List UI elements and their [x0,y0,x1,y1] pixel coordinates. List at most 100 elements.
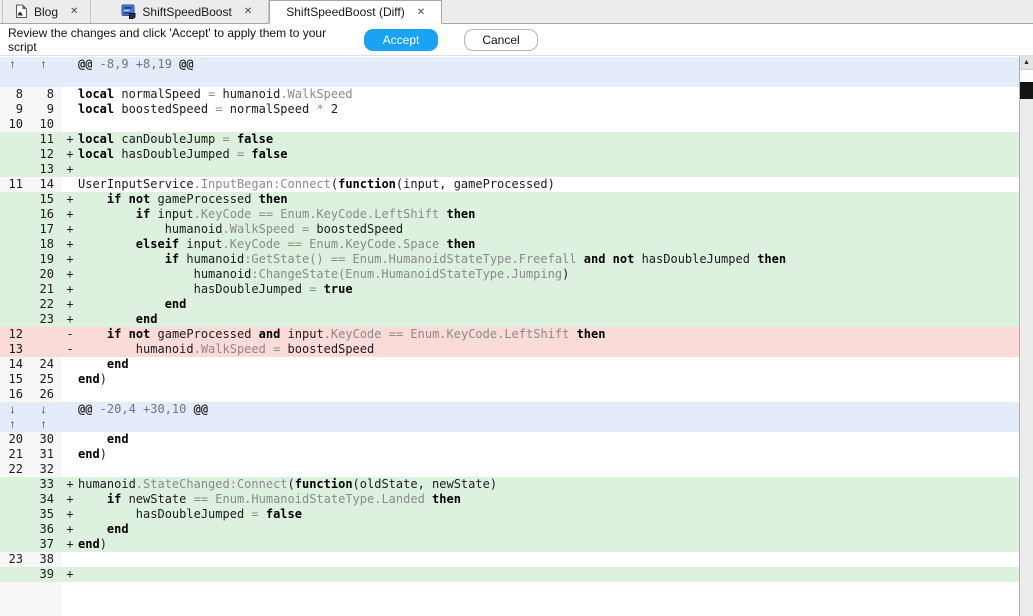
vertical-scrollbar[interactable]: ▲ [1019,56,1033,616]
accept-button[interactable]: Accept [364,28,438,51]
code-token: boostedSpeed [114,102,216,116]
expand-up-icon[interactable]: ↑ [0,57,31,72]
diff-row: 15 25 end) [0,372,1019,387]
code-token: gameProcessed [150,327,259,341]
new-line-number: 13 [39,162,54,176]
close-tab-icon[interactable]: ✕ [70,6,78,17]
expand-up-icon[interactable]: ↑ [31,57,62,72]
code-token: function [338,177,396,191]
diff-row [0,72,1019,87]
old-line-number: 15 [0,372,31,387]
code-token: == Enum.HumanoidStateType.Landed [193,492,433,506]
diff-row: 22 + end [0,297,1019,312]
diff-marker [62,177,78,192]
new-line-number: 20 [39,267,54,281]
diff-marker: + [66,522,74,536]
scrollbar-thumb[interactable] [1020,82,1033,99]
old-line-number [0,507,31,522]
expand-up-icon[interactable]: ↑ [0,417,31,432]
code-token: normalSpeed [229,102,317,116]
old-line-number: 12 [8,327,23,341]
tab-shiftspeedboost[interactable]: ShiftSpeedBoost ✕ [91,0,270,23]
diff-filler-row [0,582,1019,616]
diff-marker: + [66,237,74,251]
diff-marker: + [66,567,74,581]
code-token: ) [562,267,570,281]
code-token: .KeyCode == Enum.KeyCode.LeftShift [323,327,577,341]
diff-marker [62,582,78,616]
code-token: local [78,147,115,161]
expand-up-icon[interactable]: ↑ [31,417,62,432]
new-line-number: 11 [39,132,54,146]
diff-marker: + [66,162,74,176]
diff-marker [62,417,78,432]
code-token: boostedSpeed [287,342,375,356]
diff-marker: + [66,222,74,236]
code-token: hasDoubleJumped [634,252,758,266]
code-token: .WalkSpeed [280,87,353,101]
code-token: = [251,507,266,521]
old-line-number [0,222,31,237]
new-line-number: 22 [39,297,54,311]
code-line: humanoid:ChangeState(Enum.HumanoidStateT… [78,267,1019,282]
expand-down-icon[interactable]: ↓ [0,402,31,417]
old-line-number: 22 [0,462,31,477]
diff-row: 13 + [0,162,1019,177]
code-token: then [446,207,476,221]
tab-blog[interactable]: Blog ✕ [2,0,92,23]
code-token: if [135,207,151,221]
code-line: end [78,312,1019,327]
diff-row: 16 + if input.KeyCode == Enum.KeyCode.Lef… [0,207,1019,222]
cancel-button[interactable]: Cancel [464,28,538,51]
code-token: .WalkSpeed = [193,342,288,356]
diff-marker: + [66,492,74,506]
code-token: end [78,447,100,461]
tab-shiftspeedboost-diff[interactable]: ShiftSpeedBoost (Diff) ✕ [269,0,443,24]
expand-down-icon[interactable]: ↓ [31,402,62,417]
diff-marker: + [66,207,74,221]
code-token: then [757,252,787,266]
code-token: = [208,87,223,101]
close-tab-icon[interactable]: ✕ [417,7,425,18]
diff-marker: + [66,477,74,491]
code-token: @@ [78,402,93,416]
code-token: if [106,492,122,506]
code-token: .KeyCode == Enum.KeyCode.Space [222,237,447,251]
tab-label: ShiftSpeedBoost (Diff) [286,5,405,19]
code-line: @@ -8,9 +8,19 @@ [78,57,1019,72]
code-token: = [309,282,324,296]
code-token: .KeyCode == Enum.KeyCode.LeftShift [193,207,447,221]
diff-marker [62,117,78,132]
code-token: ( [287,477,295,491]
code-line: humanoid.WalkSpeed = boostedSpeed [78,222,1019,237]
code-token: end [78,537,100,551]
scroll-up-button[interactable]: ▲ [1020,56,1033,70]
scrollbar-track[interactable] [1020,70,1033,82]
new-line-number: 30 [31,432,62,447]
code-token: * [316,102,331,116]
new-line-number: 38 [31,552,62,567]
tab-bar: Blog ✕ ShiftSpeedBoost ✕ ShiftSpeedBoost… [0,0,1033,24]
code-token: true [323,282,353,296]
code-line: UserInputService.InputBegan:Connect(func… [78,177,1019,192]
code-token: canDoubleJump [114,132,223,146]
code-line: end [78,522,1019,537]
code-token: not [612,252,635,266]
new-line-number [31,327,62,342]
code-line: end) [78,372,1019,387]
close-tab-icon[interactable]: ✕ [244,6,252,17]
code-token: if [106,192,122,206]
new-line-number: 16 [39,207,54,221]
code-token: not [128,327,151,341]
code-token: hasDoubleJumped [78,507,252,521]
code-token: ) [99,447,107,461]
diff-marker [62,402,78,417]
new-line-number [31,72,62,87]
diff-row: 36 + end [0,522,1019,537]
